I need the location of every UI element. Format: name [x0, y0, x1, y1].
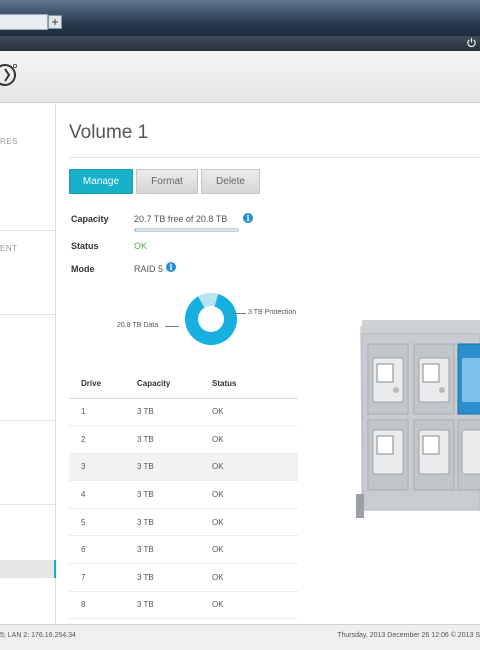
new-tab-button[interactable]: + [48, 15, 62, 29]
drive-capacity: 3 TB [137, 508, 212, 537]
capacity-value: 20.7 TB free of 20.8 TB [134, 214, 228, 224]
drive-number: 4 [69, 480, 137, 509]
table-header-row: Drive Capacity Status [69, 370, 298, 399]
drive-number: 3 [69, 453, 137, 482]
capacity-bar [134, 228, 239, 232]
title-divider [69, 157, 480, 158]
drive-number: 7 [69, 563, 137, 592]
status-label: Status [71, 241, 99, 251]
drive-status: OK [212, 453, 298, 482]
drive-status: OK [212, 535, 298, 565]
drive-number: 1 [69, 398, 137, 427]
table-row[interactable]: 33 TB OK [69, 453, 298, 482]
drive-capacity: 3 TB [137, 425, 212, 454]
donut-label-protection: 3 TB Protection [248, 309, 297, 316]
browser-titlebar [0, 0, 480, 36]
power-icon[interactable] [466, 37, 477, 48]
drive-number: 6 [69, 535, 137, 565]
sidebar-divider [0, 314, 56, 315]
column-header-status[interactable]: Status [212, 370, 298, 399]
info-icon[interactable]: i [166, 262, 176, 272]
donut-leader-line [165, 326, 179, 327]
sidebar-section-label: RES [0, 137, 18, 146]
table-row[interactable]: 43 TB OK [69, 480, 298, 509]
mode-value: RAID 5 [134, 264, 164, 274]
drive-status: OK [212, 508, 298, 537]
drive-capacity: 3 TB [137, 563, 212, 592]
nas-device-image [356, 320, 480, 518]
table-row[interactable]: 23 TB OK [69, 425, 298, 454]
page-title: Volume 1 [69, 122, 149, 143]
drive-capacity: 3 TB [137, 591, 212, 620]
table-row[interactable]: 83 TB OK [69, 591, 298, 620]
table-row[interactable]: 73 TB OK [69, 563, 298, 592]
drive-status: OK [212, 425, 298, 454]
sidebar: RES ENT [0, 104, 56, 624]
table-row[interactable]: 63 TB OK [69, 535, 298, 565]
manage-button[interactable]: Manage [69, 169, 133, 194]
column-header-capacity[interactable]: Capacity [137, 370, 212, 399]
status-footer: 5; LAN 2: 176.16.254.34 Thursday, 2013 D… [0, 624, 480, 650]
mode-label: Mode [71, 264, 95, 274]
sidebar-divider [0, 420, 56, 421]
logo-icon[interactable] [0, 62, 18, 88]
drive-capacity: 3 TB [137, 453, 212, 482]
delete-button[interactable]: Delete [201, 169, 260, 194]
capacity-label: Capacity [71, 214, 109, 224]
network-info: 5; LAN 2: 176.16.254.34 [0, 632, 76, 639]
storage-donut-chart [185, 293, 237, 345]
drive-status: OK [212, 398, 298, 427]
sidebar-section-label: ENT [0, 244, 18, 253]
drive-table: Drive Capacity Status 13 TB OK 23 TB OK 33… [69, 370, 298, 620]
browser-toolbar [0, 36, 480, 51]
browser-tab[interactable] [0, 14, 48, 30]
table-row[interactable]: 53 TB OK [69, 508, 298, 537]
info-icon[interactable]: i [243, 213, 253, 223]
drive-capacity: 3 TB [137, 398, 212, 427]
drive-number: 5 [69, 508, 137, 537]
sidebar-item-active[interactable] [0, 560, 56, 578]
date-time: Thursday, 2013 December 26 12:06 © 2013 … [337, 632, 480, 639]
drive-number: 2 [69, 425, 137, 454]
status-value: OK [134, 241, 148, 251]
drive-status: OK [212, 591, 298, 620]
sidebar-divider [0, 230, 56, 231]
sidebar-divider [0, 504, 56, 505]
drive-status: OK [212, 480, 298, 509]
format-button[interactable]: Format [136, 169, 198, 194]
drive-capacity: 3 TB [137, 535, 212, 565]
drive-number: 8 [69, 591, 137, 620]
capacity-bar-fill [135, 229, 136, 231]
donut-leader-line [232, 313, 246, 314]
table-row[interactable]: 13 TB OK [69, 398, 298, 427]
drive-capacity: 3 TB [137, 480, 212, 509]
drive-status: OK [212, 563, 298, 592]
app-header [0, 51, 480, 103]
column-header-drive[interactable]: Drive [69, 370, 137, 399]
donut-label-data: 20.8 TB Data [117, 322, 159, 329]
